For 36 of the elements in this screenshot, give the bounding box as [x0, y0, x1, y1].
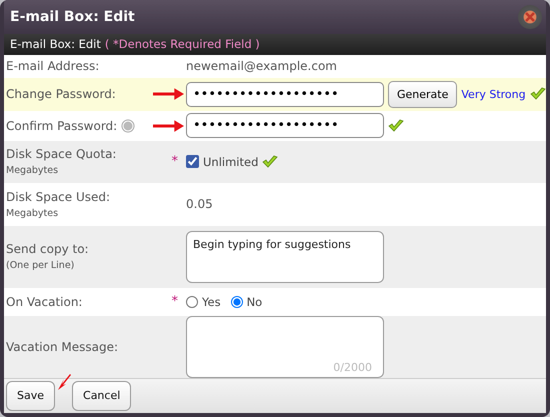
close-icon [524, 10, 536, 23]
required-note: ( *Denotes Required Field ) [104, 37, 260, 52]
field-label: Disk Space Used: [6, 190, 110, 204]
help-icon[interactable] [121, 118, 136, 133]
strength-text: Very Strong [461, 88, 526, 101]
field-hint: (One per Line) [6, 260, 76, 272]
field-value: 0.05 [186, 197, 213, 212]
character-counter: 0/2000 [333, 360, 372, 374]
password-field[interactable]: ••••••••••••••••••• [186, 82, 384, 107]
cancel-button[interactable]: Cancel [72, 380, 132, 411]
radio-label: No [246, 294, 262, 309]
required-mark: * [172, 154, 178, 170]
section-title: E-mail Box: Edit [10, 37, 101, 52]
field-label: Disk Space Quota: [6, 147, 116, 162]
radio-button[interactable] [230, 296, 243, 308]
window-title: E-mail Box: Edit [10, 8, 135, 25]
checkbox-label: Unlimited [203, 154, 258, 169]
save-button[interactable]: Save [6, 380, 56, 411]
field-label: Change Password: [6, 87, 116, 102]
checkbox[interactable] [186, 155, 199, 168]
text-field[interactable]: Begin typing for suggestions [186, 230, 384, 283]
field-label: Confirm Password: [6, 118, 118, 133]
generate-button[interactable]: Generate [388, 80, 458, 108]
close-button[interactable] [518, 4, 542, 29]
password-field[interactable]: ••••••••••••••••••• [186, 113, 384, 138]
field-hint: Megabytes [6, 165, 60, 176]
radio-button[interactable] [186, 296, 198, 308]
field-label: Send copy to: [6, 242, 89, 256]
required-mark: * [172, 294, 178, 310]
field-hint: Megabytes [6, 208, 60, 219]
field-value: newemail@example.com [186, 59, 337, 74]
radio-label: Yes [202, 294, 221, 309]
field-label: On Vacation: [6, 294, 82, 309]
message-field[interactable] [186, 316, 384, 378]
field-label: E-mail Address: [6, 59, 100, 74]
field-label: Vacation Message: [6, 340, 118, 354]
